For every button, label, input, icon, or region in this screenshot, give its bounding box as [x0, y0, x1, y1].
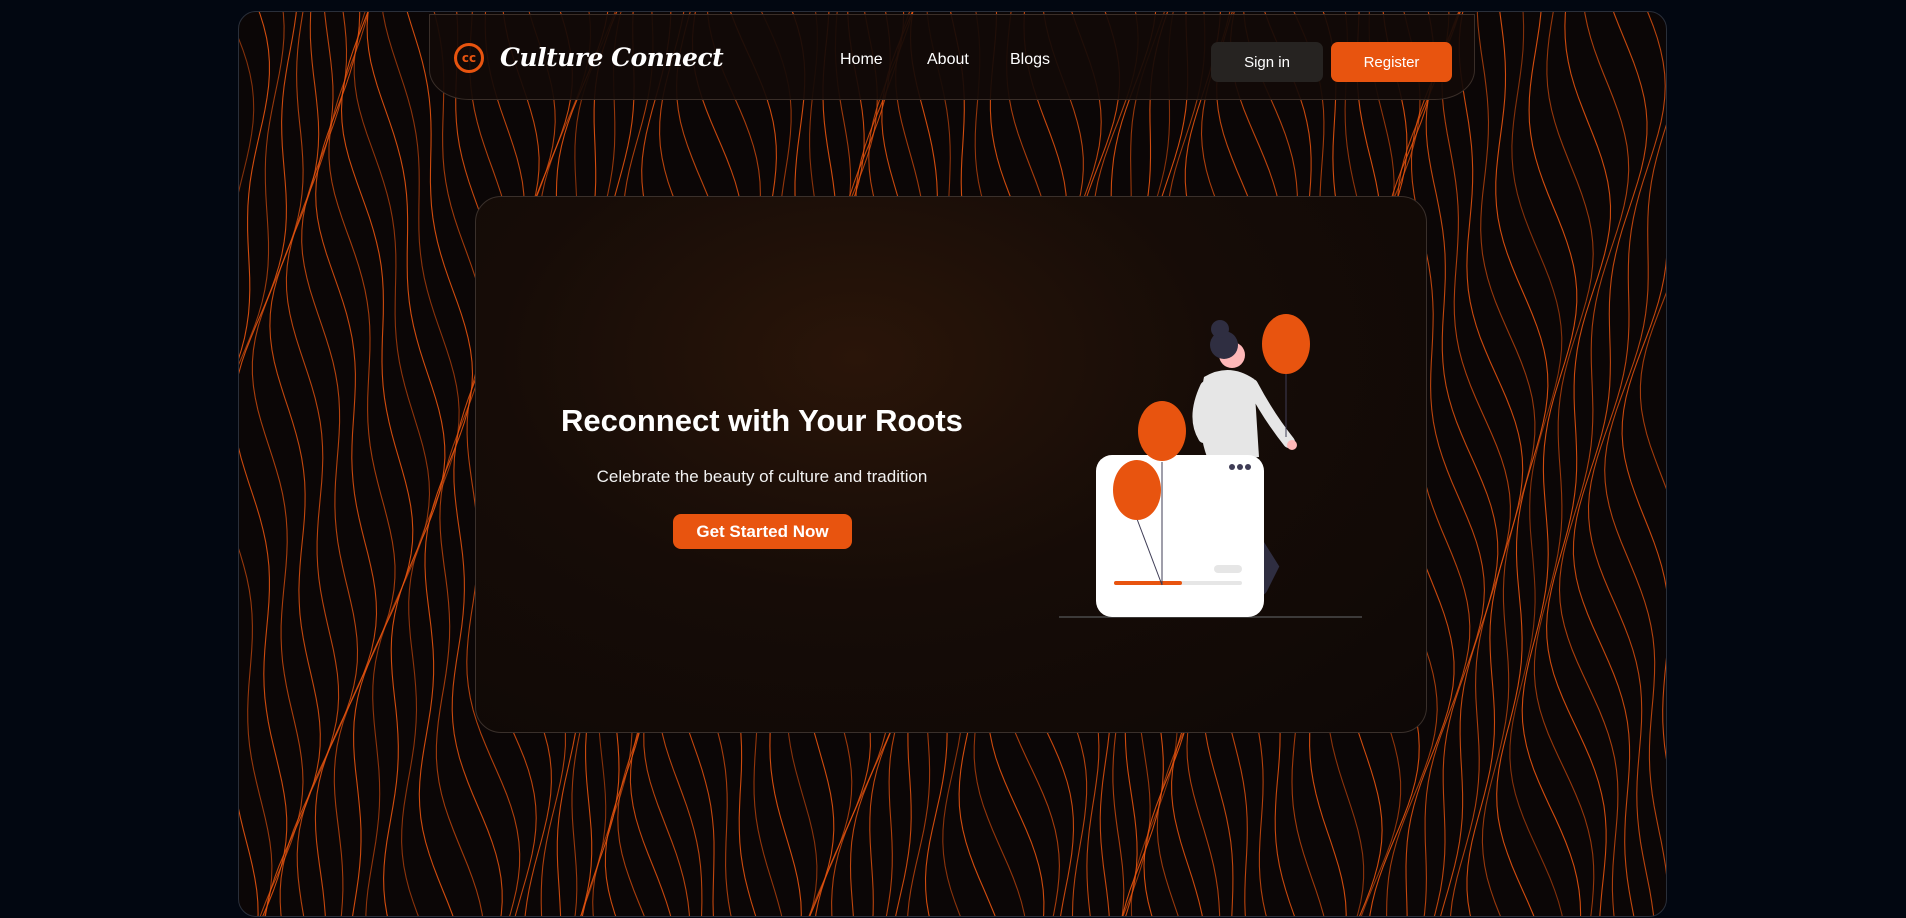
wave-line — [1572, 12, 1648, 916]
hero-subtitle: Celebrate the beauty of culture and trad… — [596, 467, 928, 486]
nav-link-home[interactable]: Home — [840, 51, 883, 69]
wave-line — [1639, 292, 1666, 916]
hero-title: Reconnect with Your Roots — [561, 403, 963, 438]
wave-line — [264, 12, 321, 916]
wave-line — [1476, 12, 1536, 916]
wave-line — [279, 12, 340, 916]
wave-line — [239, 12, 270, 916]
wave-line — [239, 12, 285, 916]
wave-line — [1441, 12, 1511, 916]
page-frame: cc Culture Connect Home About Blogs Sign… — [238, 11, 1667, 917]
wave-line — [296, 12, 359, 916]
sign-in-button[interactable]: Sign in — [1211, 42, 1323, 82]
wave-line — [328, 12, 396, 916]
logo-icon[interactable]: cc — [454, 43, 484, 73]
brand-name[interactable]: Culture Connect — [500, 43, 724, 72]
wave-line — [1509, 12, 1563, 916]
wave-line — [1458, 12, 1524, 916]
register-button[interactable]: Register — [1331, 42, 1452, 82]
wave-line — [239, 38, 255, 916]
get-started-button[interactable]: Get Started Now — [673, 514, 852, 549]
nav-link-blogs[interactable]: Blogs — [1010, 51, 1050, 69]
navbar: cc Culture Connect Home About Blogs Sign… — [429, 14, 1475, 100]
wave-line — [239, 12, 297, 916]
hero-card: Reconnect with Your Roots Celebrate the … — [475, 196, 1427, 733]
wave-line — [366, 12, 446, 916]
nav-link-about[interactable]: About — [927, 51, 969, 69]
wave-line — [1546, 12, 1612, 916]
wave-line — [251, 12, 304, 916]
woman-with-balloons-illustration — [1059, 314, 1362, 618]
